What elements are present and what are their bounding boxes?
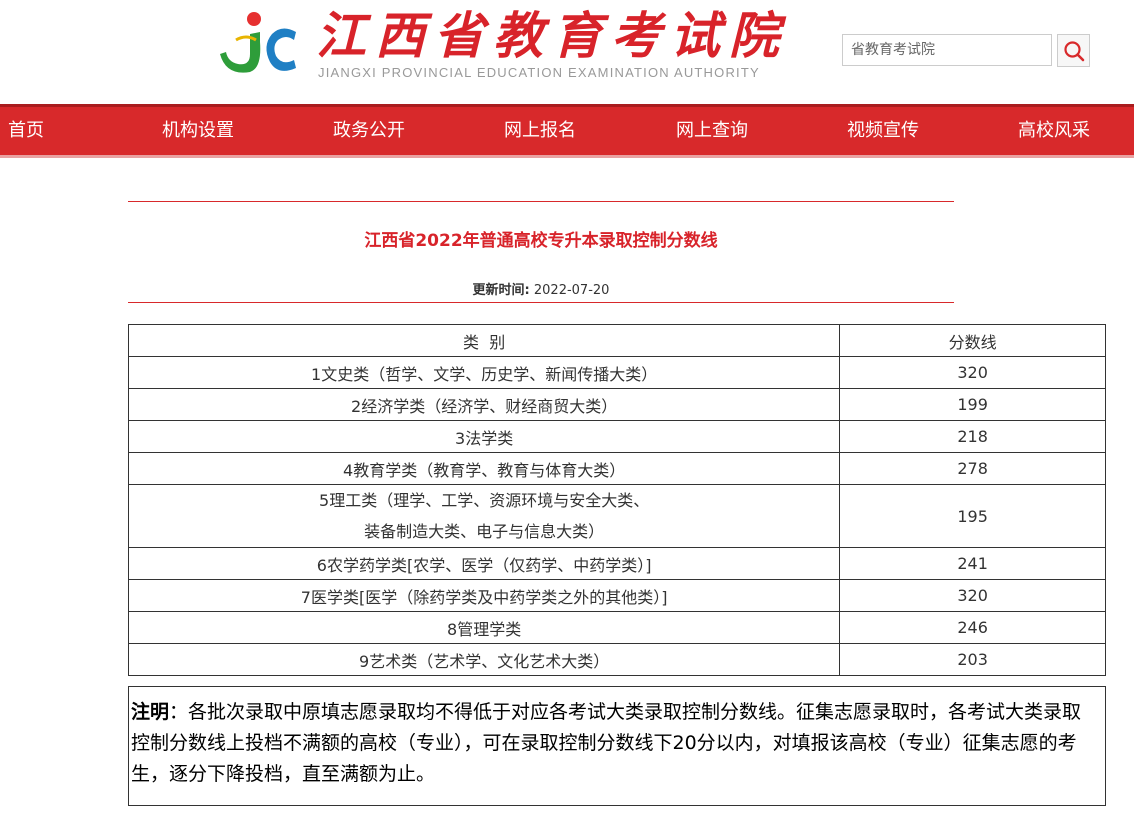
update-label: 更新时间: [472, 283, 530, 298]
title-top-divider [128, 201, 954, 202]
score-table: 类 别 分数线 1文史类（哲学、文学、历史学、新闻传播大类） 320 2经济学类… [127, 324, 1106, 676]
row-category: 3法学类 [127, 420, 841, 453]
note-box: 注明：各批次录取中原填志愿录取均不得低于对应各考试大类录取控制分数线。征集志愿录… [128, 686, 1106, 806]
row-score: 320 [839, 579, 1106, 612]
row-score: 218 [839, 420, 1106, 453]
search-button[interactable] [1057, 34, 1090, 67]
row-score: 241 [839, 547, 1106, 580]
main-nav: 首页 机构设置 政务公开 网上报名 网上查询 视频宣传 高校风采 [0, 104, 1134, 158]
row-category: 6农学药学类[农学、医学（仅药学、中药学类）] [127, 547, 841, 580]
nav-item-online-query[interactable]: 网上查询 [676, 107, 748, 155]
site-title-en: JIANGXI PROVINCIAL EDUCATION EXAMINATION… [318, 65, 760, 80]
search-input[interactable] [842, 34, 1052, 66]
nav-item-colleges[interactable]: 高校风采 [1018, 107, 1090, 155]
nav-item-organization[interactable]: 机构设置 [162, 107, 234, 155]
row-category: 8管理学类 [127, 611, 841, 644]
note-label: 注明 [131, 701, 170, 723]
update-time: 更新时间: 2022-07-20 [128, 279, 954, 298]
nav-item-video[interactable]: 视频宣传 [847, 107, 919, 155]
jx-logo-icon[interactable] [216, 10, 298, 78]
table-row: 2经济学类（经济学、财经商贸大类） 199 [127, 388, 1106, 421]
table-row: 1文史类（哲学、文学、历史学、新闻传播大类） 320 [127, 356, 1106, 389]
note-text: ：各批次录取中原填志愿录取均不得低于对应各考试大类录取控制分数线。征集志愿录取时… [131, 701, 1082, 785]
nav-item-online-registration[interactable]: 网上报名 [504, 107, 576, 155]
row-score: 203 [839, 643, 1106, 676]
row-score: 320 [839, 356, 1106, 389]
row-category-line2: 装备制造大类、电子与信息大类） [364, 522, 605, 541]
row-category: 1文史类（哲学、文学、历史学、新闻传播大类） [127, 356, 841, 389]
row-category: 9艺术类（艺术学、文化艺术大类） [127, 643, 841, 676]
row-score: 199 [839, 388, 1106, 421]
row-score: 278 [839, 452, 1106, 485]
row-category: 5理工类（理学、工学、资源环境与安全大类、 装备制造大类、电子与信息大类） [127, 484, 841, 548]
search-icon [1063, 40, 1084, 61]
row-category-line1: 5理工类（理学、工学、资源环境与安全大类、 [319, 491, 650, 510]
site-title-cn[interactable]: 江西省教育考试院 [316, 6, 788, 66]
table-header-row: 类 别 分数线 [127, 324, 1106, 357]
table-row: 5理工类（理学、工学、资源环境与安全大类、 装备制造大类、电子与信息大类） 19… [127, 484, 1106, 548]
header-category: 类 别 [127, 324, 841, 357]
article-title: 江西省2022年普通高校专升本录取控制分数线 [364, 231, 718, 251]
header-score: 分数线 [839, 324, 1106, 357]
row-category: 7医学类[医学（除药学类及中药学类之外的其他类）] [127, 579, 841, 612]
table-row: 6农学药学类[农学、医学（仅药学、中药学类）] 241 [127, 547, 1106, 580]
site-header: 江西省教育考试院 JIANGXI PROVINCIAL EDUCATION EX… [0, 0, 1134, 104]
table-row: 7医学类[医学（除药学类及中药学类之外的其他类）] 320 [127, 579, 1106, 612]
nav-item-home[interactable]: 首页 [8, 107, 44, 155]
title-bottom-divider [128, 302, 954, 303]
row-category: 2经济学类（经济学、财经商贸大类） [127, 388, 841, 421]
row-score: 195 [839, 484, 1106, 548]
row-category: 4教育学类（教育学、教育与体育大类） [127, 452, 841, 485]
row-score: 246 [839, 611, 1106, 644]
table-row: 9艺术类（艺术学、文化艺术大类） 203 [127, 643, 1106, 676]
update-date: 2022-07-20 [533, 283, 610, 298]
table-row: 4教育学类（教育学、教育与体育大类） 278 [127, 452, 1106, 485]
table-row: 3法学类 218 [127, 420, 1106, 453]
nav-item-government-affairs[interactable]: 政务公开 [333, 107, 405, 155]
table-row: 8管理学类 246 [127, 611, 1106, 644]
